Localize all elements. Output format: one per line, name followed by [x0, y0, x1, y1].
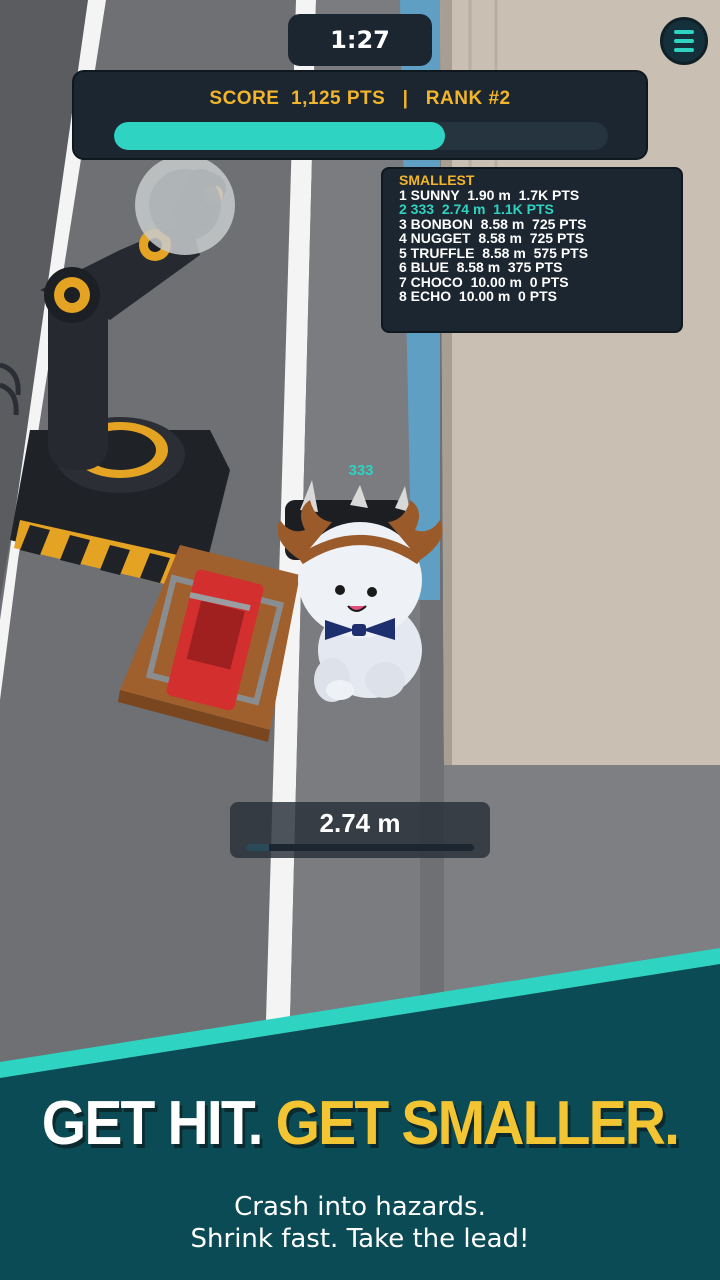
leaderboard-row: 6 BLUE 8.58 m 375 PTS	[399, 259, 563, 275]
score-rank-text: SCORE 1,125 PTS | RANK #2	[209, 88, 511, 109]
headline-white: GET HIT.	[41, 1089, 264, 1158]
leaderboard-row: 1 SUNNY 1.90 m 1.7K PTS	[399, 186, 580, 203]
headline-yellow: GET SMALLER.	[275, 1089, 680, 1158]
score-panel: SCORE 1,125 PTS | RANK #2	[72, 70, 648, 160]
leaderboard-row: 3 BONBON 8.58 m 725 PTS	[399, 215, 587, 232]
leaderboard-row: 7 CHOCO 10.00 m 0 PTS	[399, 273, 569, 290]
menu-icon	[674, 30, 694, 34]
size-value: 2.74 m	[319, 808, 401, 838]
leaderboard-row: 4 NUGGET 8.58 m 725 PTS	[399, 230, 585, 246]
leaderboard-title: SMALLEST	[399, 172, 475, 188]
leaderboard-row: 8 ECHO 10.00 m 0 PTS	[399, 288, 557, 304]
leaderboard-row: 5 TRUFFLE 8.58 m 575 PTS	[399, 244, 589, 261]
size-meter: 2.74 m	[230, 802, 490, 858]
promo-subtitle-line2: Shrink fast. Take the lead!	[190, 1224, 530, 1254]
leaderboard: SMALLEST 1 SUNNY 1.90 m 1.7K PTS 2 333 2…	[381, 167, 683, 333]
match-timer: 1:27	[288, 14, 432, 66]
size-progress-fill	[246, 844, 269, 851]
promo-subtitle-line1: Crash into hazards.	[234, 1192, 486, 1222]
score-progress-bar	[114, 122, 608, 150]
promo-headline: GET HIT. GET SMALLER.	[29, 1088, 691, 1159]
menu-button[interactable]	[660, 17, 708, 65]
size-progress-bar	[246, 844, 474, 851]
player-name-tag: 333	[348, 462, 374, 479]
leaderboard-row-player: 2 333 2.74 m 1.1K PTS	[399, 201, 554, 217]
score-progress-fill	[114, 122, 445, 150]
